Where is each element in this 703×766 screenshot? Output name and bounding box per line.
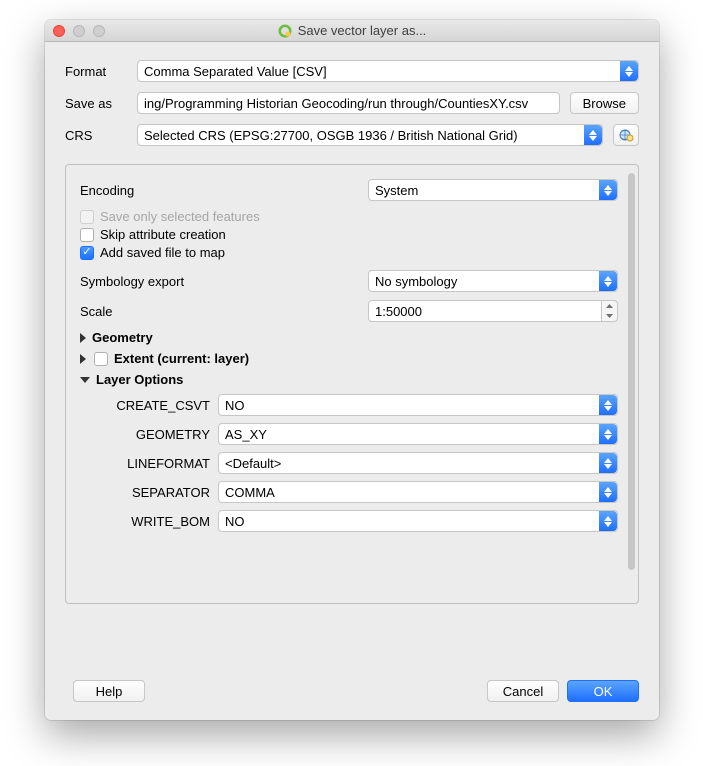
encoding-label: Encoding <box>80 183 368 198</box>
options-group: Encoding System Save only selected <box>65 164 639 604</box>
ok-button[interactable]: OK <box>567 680 639 702</box>
add-to-map-checkbox[interactable] <box>80 246 94 260</box>
triangle-right-icon <box>80 333 86 343</box>
dialog-footer: Help Cancel OK <box>45 680 659 702</box>
triangle-down-icon <box>80 377 90 383</box>
crs-value: Selected CRS (EPSG:27700, OSGB 1936 / Br… <box>144 128 518 143</box>
dialog-content: Format Comma Separated Value [CSV] Save … <box>45 42 659 618</box>
create-csvt-value: NO <box>225 398 245 413</box>
scale-spinbox[interactable] <box>368 300 618 322</box>
dropdown-arrows-icon <box>599 511 617 531</box>
dropdown-arrows-icon <box>599 424 617 444</box>
saveas-input[interactable] <box>137 92 560 114</box>
dropdown-arrows-icon <box>599 395 617 415</box>
spin-buttons[interactable] <box>602 300 618 322</box>
write-bom-label: WRITE_BOM <box>88 514 218 529</box>
format-value: Comma Separated Value [CSV] <box>144 64 327 79</box>
create-csvt-select[interactable]: NO <box>218 394 618 416</box>
separator-label: SEPARATOR <box>88 485 218 500</box>
geometry-opt-value: AS_XY <box>225 427 267 442</box>
dropdown-arrows-icon <box>599 271 617 291</box>
skip-attribute-label: Skip attribute creation <box>100 227 226 242</box>
window-title: Save vector layer as... <box>45 23 659 38</box>
scale-label: Scale <box>80 304 368 319</box>
format-select[interactable]: Comma Separated Value [CSV] <box>137 60 639 82</box>
titlebar: Save vector layer as... <box>45 20 659 42</box>
dropdown-arrows-icon <box>599 180 617 200</box>
dropdown-arrows-icon <box>584 125 602 145</box>
globe-icon <box>618 127 634 143</box>
dropdown-arrows-icon <box>599 453 617 473</box>
encoding-select[interactable]: System <box>368 179 618 201</box>
scrollbar-thumb[interactable] <box>628 173 635 570</box>
save-selected-label: Save only selected features <box>100 209 260 224</box>
spin-down-icon[interactable] <box>602 311 617 321</box>
layer-options-disclosure[interactable]: Layer Options <box>80 372 618 387</box>
geometry-opt-select[interactable]: AS_XY <box>218 423 618 445</box>
lineformat-value: <Default> <box>225 456 281 471</box>
separator-select[interactable]: COMMA <box>218 481 618 503</box>
write-bom-value: NO <box>225 514 245 529</box>
create-csvt-label: CREATE_CSVT <box>88 398 218 413</box>
geometry-disclosure[interactable]: Geometry <box>80 330 618 345</box>
browse-button[interactable]: Browse <box>570 92 639 114</box>
write-bom-select[interactable]: NO <box>218 510 618 532</box>
skip-attribute-checkbox[interactable] <box>80 228 94 242</box>
group-scrollbar[interactable] <box>628 173 635 595</box>
save-selected-checkbox <box>80 210 94 224</box>
crs-label: CRS <box>65 128 127 143</box>
geometry-opt-label: GEOMETRY <box>88 427 218 442</box>
triangle-right-icon <box>80 354 86 364</box>
dropdown-arrows-icon <box>599 482 617 502</box>
encoding-value: System <box>375 183 418 198</box>
crs-picker-button[interactable] <box>613 124 639 146</box>
symbology-value: No symbology <box>375 274 457 289</box>
extent-checkbox[interactable] <box>94 352 108 366</box>
scale-input[interactable] <box>368 300 602 322</box>
lineformat-label: LINEFORMAT <box>88 456 218 471</box>
layer-options-label: Layer Options <box>96 372 183 387</box>
saveas-label: Save as <box>65 96 127 111</box>
spin-up-icon[interactable] <box>602 301 617 311</box>
help-button[interactable]: Help <box>73 680 145 702</box>
symbology-select[interactable]: No symbology <box>368 270 618 292</box>
separator-value: COMMA <box>225 485 275 500</box>
extent-disclosure[interactable]: Extent (current: layer) <box>80 351 618 366</box>
extent-label: Extent (current: layer) <box>114 351 249 366</box>
add-to-map-label: Add saved file to map <box>100 245 225 260</box>
qgis-icon <box>278 24 292 38</box>
cancel-button[interactable]: Cancel <box>487 680 559 702</box>
window-title-text: Save vector layer as... <box>298 23 427 38</box>
crs-select[interactable]: Selected CRS (EPSG:27700, OSGB 1936 / Br… <box>137 124 603 146</box>
format-label: Format <box>65 64 127 79</box>
lineformat-select[interactable]: <Default> <box>218 452 618 474</box>
symbology-label: Symbology export <box>80 274 368 289</box>
geometry-label: Geometry <box>92 330 153 345</box>
dialog-window: Save vector layer as... Format Comma Sep… <box>45 20 659 720</box>
dropdown-arrows-icon <box>620 61 638 81</box>
